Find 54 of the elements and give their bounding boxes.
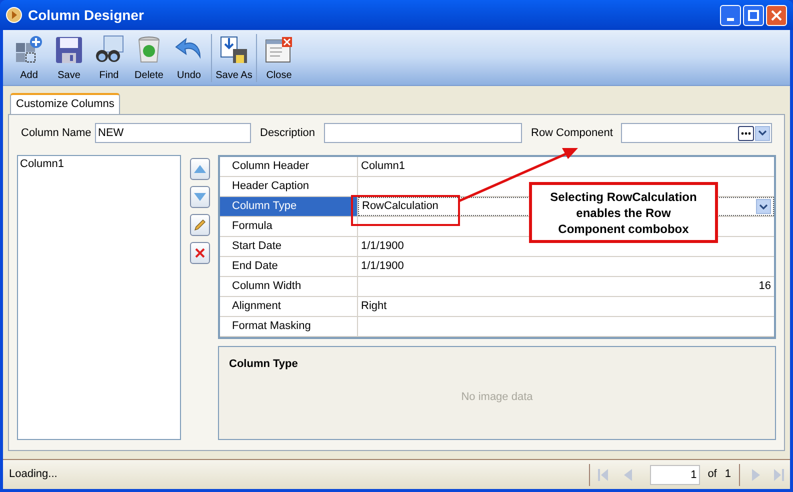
description-title: Column Type — [229, 357, 299, 372]
tab[interactable]: Customize Columns — [10, 93, 120, 114]
save-as-icon — [219, 34, 249, 64]
toolbar-button[interactable]: Undo — [169, 34, 209, 82]
input-field[interactable] — [324, 123, 522, 143]
close-button[interactable] — [766, 4, 787, 26]
delete-icon — [194, 247, 206, 259]
side-button[interactable] — [190, 242, 210, 264]
field-label: Row Component — [531, 126, 614, 141]
property-name[interactable]: Column Type — [220, 197, 358, 216]
input-field[interactable]: NEW — [95, 123, 251, 143]
field-label: Description — [260, 126, 316, 141]
toolbar-button[interactable]: Save As — [214, 34, 254, 82]
binoculars-icon — [94, 34, 124, 64]
dropdown-button[interactable] — [756, 199, 771, 214]
combo-box[interactable] — [621, 123, 772, 143]
callout-text: Selecting RowCalculation enables the Row Component combobox — [549, 188, 698, 236]
page-total: 1 — [724, 467, 731, 482]
app-icon — [6, 7, 22, 23]
chevron-down-icon — [758, 130, 767, 136]
close-window-icon — [264, 34, 294, 64]
up-triangle-icon — [194, 165, 206, 173]
toolbar-button[interactable]: Close — [259, 34, 299, 82]
window-title: Column Designer — [28, 6, 144, 25]
chevron-down-icon — [759, 204, 768, 210]
property-value: 1/1/1900 — [360, 259, 405, 274]
maximize-button[interactable] — [743, 4, 764, 26]
dropdown-button[interactable] — [755, 126, 770, 140]
side-button[interactable] — [190, 158, 210, 180]
grid-plus-icon — [14, 34, 44, 64]
toolbar-button[interactable]: Add — [9, 34, 49, 82]
toolbar-button[interactable]: Delete — [129, 34, 169, 82]
field-label: Column Name — [20, 126, 92, 141]
toolbar-button[interactable]: Find — [89, 34, 129, 82]
close-icon — [771, 10, 782, 20]
pencil-icon — [194, 219, 206, 231]
property-value: Right — [360, 299, 388, 314]
ellipsis-icon — [741, 132, 751, 134]
page-field[interactable]: 1 — [650, 464, 700, 484]
page-of-label: of — [708, 467, 717, 482]
placeholder-text: No image data — [461, 390, 533, 404]
toolbar-button[interactable]: Save — [49, 34, 89, 82]
ellipsis-button[interactable] — [738, 126, 754, 140]
minimize-button[interactable] — [720, 4, 741, 26]
side-button[interactable] — [190, 186, 210, 208]
property-value: Column1 — [360, 159, 406, 174]
minimize-icon — [727, 18, 734, 20]
side-button[interactable] — [190, 214, 210, 236]
status-text: Loading... — [9, 467, 58, 482]
property-value: 1/1/1900 — [360, 239, 405, 254]
down-triangle-icon — [194, 193, 206, 201]
property-value: 16 — [758, 279, 772, 294]
list-item[interactable]: Column1 — [19, 157, 179, 172]
maximize-icon — [748, 10, 759, 20]
